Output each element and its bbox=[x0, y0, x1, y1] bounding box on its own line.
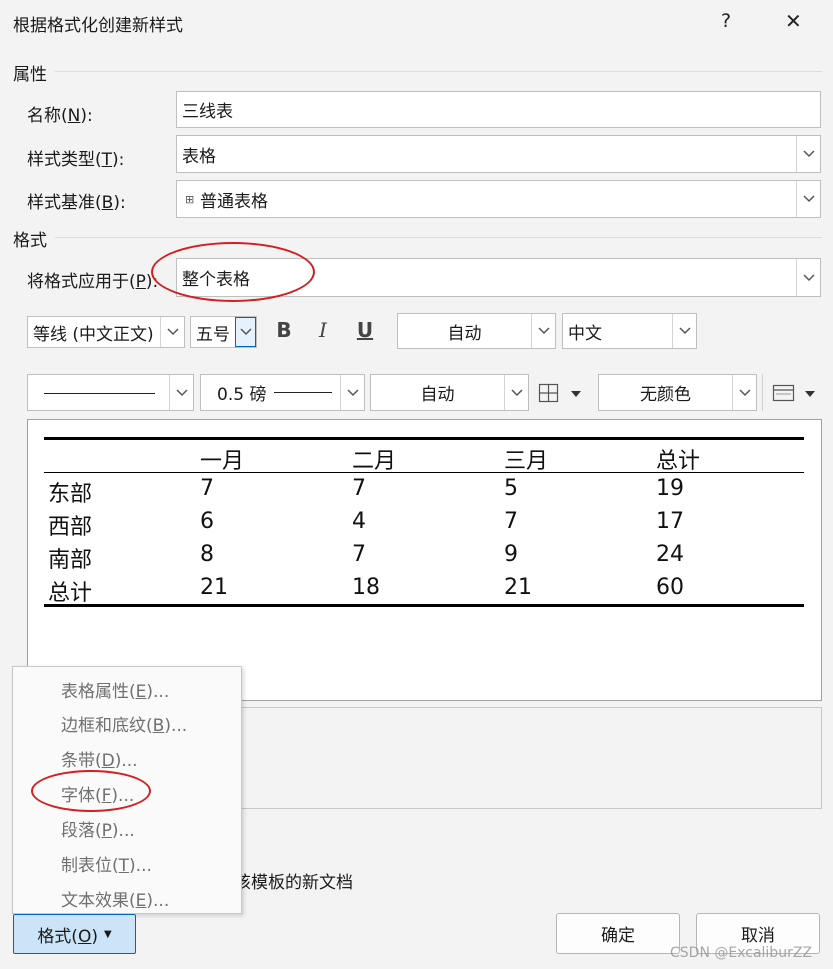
caret-down-icon: ▼ bbox=[103, 928, 112, 940]
name-field[interactable]: 三线表 bbox=[176, 91, 821, 128]
table-cell: 5 bbox=[504, 476, 518, 501]
table-cell: 4 bbox=[352, 509, 366, 534]
header-cell: 总计 bbox=[656, 449, 701, 474]
style-type-label: 样式类型(T): bbox=[27, 150, 125, 170]
chevron-down-icon[interactable] bbox=[796, 181, 820, 217]
border-color-value: 自动 bbox=[420, 385, 455, 405]
help-button[interactable]: ? bbox=[721, 10, 731, 32]
format-button-label: 格式(O) bbox=[37, 926, 98, 947]
menu-item-text-effects[interactable]: 文本效果(E)... bbox=[61, 886, 169, 911]
close-button[interactable]: ✕ bbox=[785, 9, 802, 33]
menu-item-banding[interactable]: 条带(D)... bbox=[61, 746, 138, 771]
format-heading: 格式 bbox=[13, 231, 47, 251]
font-color-select[interactable]: 自动 bbox=[397, 313, 556, 349]
ok-button[interactable]: 确定 bbox=[556, 913, 680, 954]
table-format-icon bbox=[772, 384, 815, 402]
row-label: 西部 bbox=[48, 515, 93, 540]
line-weight-select[interactable]: 0.5 磅 bbox=[200, 374, 365, 411]
underline-button[interactable]: U bbox=[351, 318, 379, 342]
borders-button[interactable] bbox=[538, 382, 588, 404]
chevron-down-icon[interactable] bbox=[160, 317, 184, 347]
style-base-select[interactable]: ⊞ 普通表格 bbox=[176, 180, 821, 218]
chevron-down-icon[interactable] bbox=[235, 317, 256, 347]
line-sample bbox=[44, 392, 155, 394]
style-type-value: 表格 bbox=[182, 146, 216, 167]
chevron-down-icon[interactable] bbox=[672, 314, 696, 348]
line-style-select[interactable] bbox=[27, 374, 194, 411]
format-button[interactable]: 格式(O) ▼ bbox=[13, 914, 136, 954]
style-base-label: 样式基准(B): bbox=[27, 193, 126, 213]
row-label: 东部 bbox=[48, 482, 93, 507]
table-cell: 8 bbox=[200, 542, 214, 567]
header-cell: 二月 bbox=[352, 449, 397, 474]
new-document-option-label[interactable]: 该模板的新文档 bbox=[234, 868, 353, 893]
menu-item-tabs[interactable]: 制表位(T)... bbox=[61, 851, 152, 876]
style-type-select[interactable]: 表格 bbox=[176, 135, 821, 173]
table-cell: 7 bbox=[504, 509, 518, 534]
annotation-ellipse bbox=[151, 242, 315, 302]
conditional-format-button[interactable] bbox=[772, 382, 822, 404]
bold-button[interactable]: B bbox=[270, 318, 298, 342]
name-label: 名称(N): bbox=[27, 106, 93, 126]
font-color-value: 自动 bbox=[447, 323, 482, 344]
table-cell: 9 bbox=[504, 542, 518, 567]
top-rule bbox=[44, 437, 804, 440]
row-label: 总计 bbox=[48, 581, 93, 606]
script-select[interactable]: 中文 bbox=[562, 313, 697, 349]
table-cell: 7 bbox=[352, 476, 366, 501]
table-cell: 21 bbox=[200, 575, 228, 600]
annotation-ellipse bbox=[31, 770, 151, 812]
font-size-value: 五号 bbox=[196, 324, 230, 345]
table-cell: 60 bbox=[656, 575, 684, 600]
font-size-select[interactable]: 五号 bbox=[190, 316, 257, 348]
chevron-down-icon[interactable] bbox=[340, 375, 364, 410]
table-cell: 18 bbox=[352, 575, 380, 600]
properties-divider bbox=[55, 71, 822, 72]
shading-value: 无颜色 bbox=[640, 385, 691, 405]
style-base-value: 普通表格 bbox=[200, 191, 268, 212]
table-cell: 7 bbox=[352, 542, 366, 567]
table-preview: 一月 二月 三月 总计 东部 7 7 5 19 西部 6 4 7 17 南部 8… bbox=[27, 419, 822, 701]
table-style-icon: ⊞ bbox=[185, 192, 195, 206]
font-value: 等线 (中文正文) bbox=[33, 324, 154, 345]
bottom-rule bbox=[44, 604, 804, 607]
table-cell: 19 bbox=[656, 476, 684, 501]
header-cell: 一月 bbox=[200, 449, 245, 474]
chevron-down-icon[interactable] bbox=[796, 259, 820, 296]
toolbar-separator bbox=[762, 374, 763, 411]
dialog-title: 根据格式化创建新样式 bbox=[13, 16, 183, 36]
watermark: CSDN @ExcaliburZZ bbox=[670, 945, 813, 961]
border-color-select[interactable]: 自动 bbox=[370, 374, 529, 411]
line-weight-value: 0.5 磅 bbox=[217, 385, 267, 405]
properties-heading: 属性 bbox=[13, 65, 47, 85]
table-cell: 24 bbox=[656, 542, 684, 567]
menu-item-borders-shading[interactable]: 边框和底纹(B)... bbox=[61, 711, 187, 736]
chevron-down-icon[interactable] bbox=[169, 375, 193, 410]
table-cell: 17 bbox=[656, 509, 684, 534]
row-label: 南部 bbox=[48, 548, 93, 573]
table-cell: 7 bbox=[200, 476, 214, 501]
shading-select[interactable]: 无颜色 bbox=[598, 374, 757, 411]
menu-item-paragraph[interactable]: 段落(P)... bbox=[61, 816, 135, 841]
chevron-down-icon[interactable] bbox=[531, 314, 555, 348]
font-select[interactable]: 等线 (中文正文) bbox=[27, 316, 185, 348]
header-cell: 三月 bbox=[504, 449, 549, 474]
weight-sample bbox=[274, 392, 332, 393]
chevron-down-icon[interactable] bbox=[732, 375, 756, 410]
chevron-down-icon[interactable] bbox=[796, 136, 820, 172]
apply-to-label: 将格式应用于(P): bbox=[27, 272, 159, 292]
table-cell: 6 bbox=[200, 509, 214, 534]
borders-icon bbox=[538, 383, 581, 403]
menu-item-table-properties[interactable]: 表格属性(E)... bbox=[61, 677, 169, 702]
italic-button[interactable]: I bbox=[309, 318, 337, 342]
script-value: 中文 bbox=[568, 323, 602, 344]
table-cell: 21 bbox=[504, 575, 532, 600]
format-divider bbox=[55, 237, 822, 238]
chevron-down-icon[interactable] bbox=[504, 375, 528, 410]
